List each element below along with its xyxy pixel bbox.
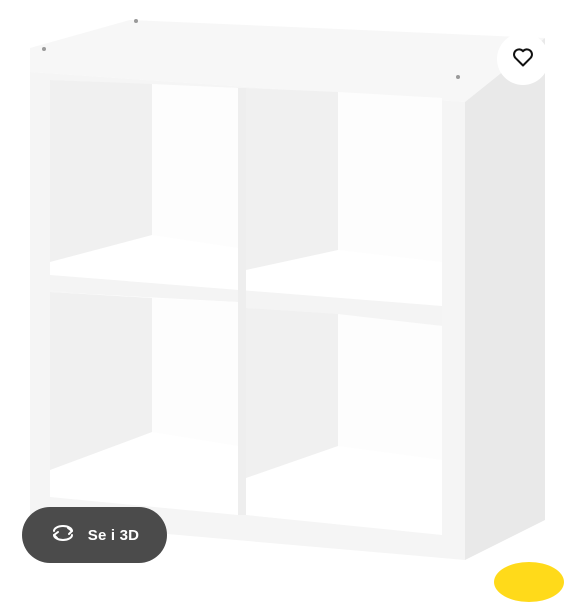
view-in-3d-button[interactable]: Se i 3D [22,507,167,563]
heart-icon [511,45,535,74]
yellow-badge [494,562,564,602]
view-in-3d-label: Se i 3D [87,526,140,544]
favorite-button[interactable] [497,33,549,85]
product-image [30,19,545,560]
rotate-arrows-icon [50,523,76,548]
